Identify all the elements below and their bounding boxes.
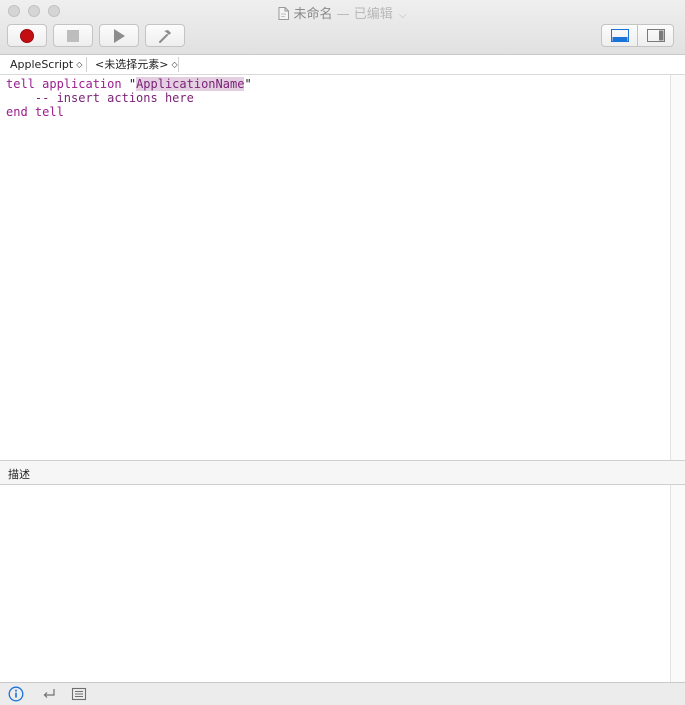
updown-chevron-icon: ◇ — [171, 60, 178, 69]
description-label: 描述 — [8, 468, 30, 481]
stop-button[interactable] — [53, 24, 93, 47]
language-label: AppleScript — [10, 58, 74, 71]
script-editor-window: 未命名 — 已编辑 ⌵ AppleScript ◇ <未选择元素> ◇ tell… — [0, 0, 685, 705]
stop-icon — [67, 29, 79, 42]
hammer-icon — [159, 29, 171, 43]
window-title[interactable]: 未命名 — 已编辑 ⌵ — [0, 3, 685, 24]
title-chevron-down-icon: ⌵ — [398, 10, 407, 21]
description-scrollbar[interactable] — [670, 485, 685, 682]
description-field[interactable] — [0, 485, 670, 682]
editor-scrollbar[interactable] — [670, 75, 685, 460]
bottom-pane-icon — [610, 29, 629, 42]
updown-chevron-icon: ◇ — [76, 60, 83, 69]
sidebar-pane-icon — [646, 29, 665, 42]
script-editor[interactable]: tell application "ApplicationName" -- in… — [0, 75, 670, 460]
record-button[interactable] — [7, 24, 47, 47]
nav-separator — [86, 57, 87, 72]
document-name: 未命名 — [293, 7, 333, 22]
show-bottom-pane-button[interactable] — [602, 25, 637, 46]
element-popup[interactable]: <未选择元素> ◇ — [95, 55, 178, 74]
code-line-3: end tell — [6, 105, 64, 119]
compile-button[interactable] — [145, 24, 185, 47]
run-button[interactable] — [99, 24, 139, 47]
selected-placeholder[interactable]: ApplicationName — [136, 77, 245, 91]
run-icon — [113, 28, 125, 43]
edited-status: — 已编辑 — [336, 7, 393, 22]
nav-separator — [178, 57, 179, 72]
return-icon[interactable] — [41, 686, 57, 702]
show-sidebar-button[interactable] — [637, 25, 673, 46]
title-toolbar: 未命名 — 已编辑 ⌵ — [0, 0, 685, 55]
code-line-2: -- insert actions here — [6, 91, 194, 105]
view-toggle-segmented[interactable] — [601, 24, 674, 47]
navigation-bar: AppleScript ◇ <未选择元素> ◇ — [0, 55, 685, 75]
document-icon — [278, 7, 290, 24]
description-header: 描述 — [0, 461, 685, 485]
element-label: <未选择元素> — [95, 58, 169, 71]
code-line-1: tell application "ApplicationName" — [6, 77, 252, 91]
language-popup[interactable]: AppleScript ◇ — [10, 55, 82, 74]
record-icon — [20, 28, 34, 43]
bottom-bar — [0, 682, 685, 705]
info-icon[interactable] — [8, 686, 24, 702]
list-icon[interactable] — [71, 686, 87, 702]
